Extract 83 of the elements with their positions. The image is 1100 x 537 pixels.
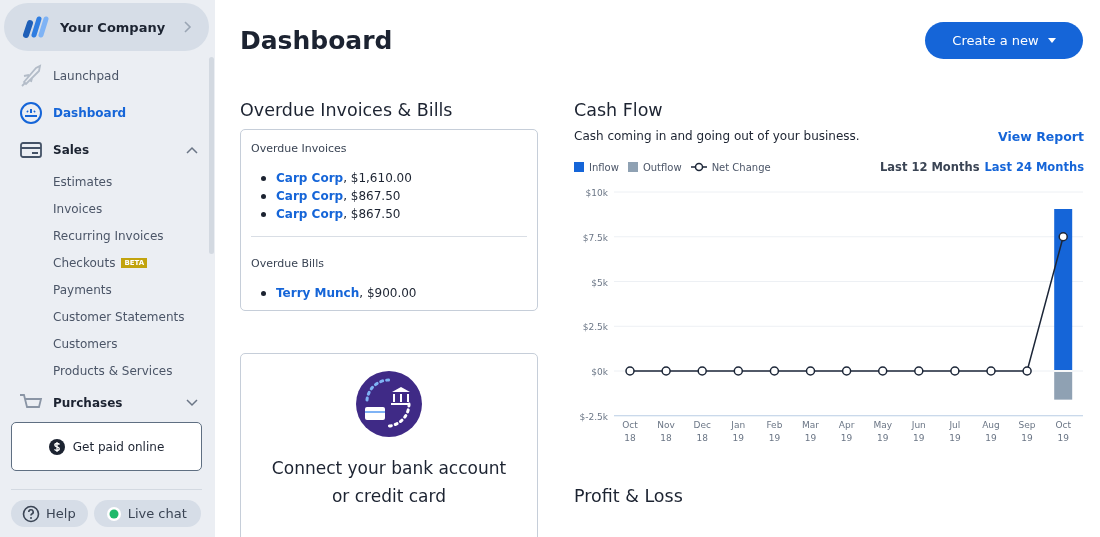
scrollbar-thumb[interactable] xyxy=(209,57,214,254)
dashboard-icon xyxy=(18,100,44,125)
sidebar-subitem[interactable]: Customers xyxy=(53,336,118,351)
help-icon xyxy=(22,504,40,523)
sidebar-subitem[interactable]: Customer Statements xyxy=(53,309,185,324)
y-axis-label: $2.5k xyxy=(582,322,608,333)
cash-flow-subtitle: Cash coming in and going out of your business. xyxy=(574,129,860,144)
create-new-button[interactable]: Create a new xyxy=(925,21,1083,59)
chart-bar xyxy=(1054,372,1073,400)
sidebar-item[interactable]: Purchases xyxy=(18,384,198,409)
view-report-link[interactable]: View Report xyxy=(998,129,1084,144)
data-point xyxy=(841,366,852,376)
x-axis-label: Feb 19 xyxy=(766,420,783,443)
sidebar-subitem[interactable]: Payments xyxy=(53,282,112,297)
connect-title: Connect your bank account or credit card xyxy=(270,457,508,508)
data-point xyxy=(697,366,707,376)
x-axis-label: Oct 19 xyxy=(1055,420,1071,443)
x-axis-label: Jun 19 xyxy=(911,420,926,443)
data-point xyxy=(805,366,816,376)
section-title: Overdue Invoices & Bills xyxy=(240,100,454,120)
page-title: Dashboard xyxy=(240,25,393,55)
sidebar-item[interactable]: Dashboard xyxy=(18,94,198,131)
data-point xyxy=(950,366,960,376)
bank-card-icon xyxy=(355,370,423,438)
legend-label: Net Change xyxy=(711,161,771,173)
sidebar-item[interactable]: Sales xyxy=(18,131,198,168)
help-button[interactable]: Help xyxy=(11,500,88,527)
amount-text: , $900.00 xyxy=(359,286,417,300)
y-axis-label: $-2.5k xyxy=(579,411,608,422)
y-axis-label: $10k xyxy=(585,188,608,198)
online-status-icon xyxy=(105,505,122,522)
bullet-icon xyxy=(261,193,266,199)
x-axis-label: Mar 19 xyxy=(802,420,819,443)
x-axis-label: Apr 19 xyxy=(838,420,855,443)
y-axis-label: $5k xyxy=(591,277,608,288)
x-axis-label: Aug 19 xyxy=(982,420,1000,443)
y-axis-label: $7.5k xyxy=(582,232,608,243)
logo-icon xyxy=(20,15,50,39)
sidebar-subitem[interactable]: Invoices xyxy=(53,201,103,216)
legend-label: Inflow xyxy=(589,161,619,173)
amount-text: , $867.50 xyxy=(343,189,401,203)
x-axis-label: Sep 19 xyxy=(1018,420,1036,443)
data-point xyxy=(661,366,671,376)
data-point xyxy=(733,366,744,376)
caret-icon xyxy=(1047,37,1056,43)
x-axis-label: Jan 19 xyxy=(731,420,746,443)
data-point xyxy=(625,366,635,376)
data-point xyxy=(877,366,888,376)
data-point xyxy=(769,366,780,376)
x-axis-label: Jul 19 xyxy=(949,420,961,443)
get-paid-online-button[interactable]: Get paid online xyxy=(11,422,202,471)
x-axis-label: Oct 18 xyxy=(622,420,638,443)
legend-label: Outflow xyxy=(642,161,682,173)
sidebar-subitem[interactable]: Recurring Invoices xyxy=(53,228,164,243)
sidebar-subitem[interactable]: Products & Services xyxy=(53,363,173,378)
data-point xyxy=(986,366,996,376)
range-tab[interactable]: Last 24 Months xyxy=(984,160,1084,174)
section-title: Cash Flow xyxy=(574,100,664,120)
data-point xyxy=(914,366,924,376)
section-title: Profit & Loss xyxy=(574,486,684,506)
amount-text: , $1,610.00 xyxy=(343,171,412,185)
chevron-up-icon xyxy=(186,145,198,154)
bullet-icon xyxy=(261,211,266,217)
x-axis-label: Nov 18 xyxy=(657,420,675,443)
overdue-section-title: Overdue Invoices xyxy=(251,142,348,155)
amount-text: , $867.50 xyxy=(343,207,401,221)
range-tab[interactable]: Last 12 Months xyxy=(879,160,980,174)
chevron-down-icon xyxy=(186,398,198,407)
bullet-icon xyxy=(261,290,266,296)
data-point xyxy=(1058,232,1068,242)
y-axis-label: $0k xyxy=(591,367,608,377)
live-chat-button[interactable]: Live chat xyxy=(93,500,201,527)
company-switcher[interactable]: Your Company xyxy=(4,3,209,51)
sidebar-subitem[interactable]: Estimates xyxy=(53,174,113,189)
overdue-section-title: Overdue Bills xyxy=(251,257,325,270)
dollar-icon xyxy=(48,438,65,455)
sidebar-item[interactable]: Launchpad xyxy=(18,57,198,94)
data-point xyxy=(1022,366,1032,376)
x-axis-label: May 19 xyxy=(873,420,892,443)
x-axis-label: Dec 18 xyxy=(693,420,711,443)
bullet-icon xyxy=(261,175,266,181)
chevron-right-icon xyxy=(183,20,193,34)
sidebar-subitem[interactable]: Checkouts xyxy=(53,255,116,270)
